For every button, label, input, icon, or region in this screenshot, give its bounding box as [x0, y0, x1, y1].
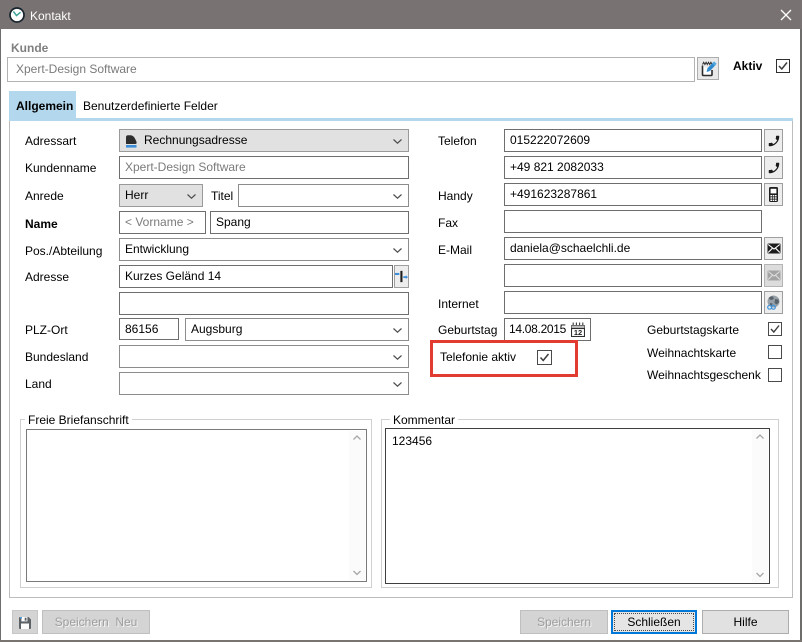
svg-text:12: 12: [574, 328, 582, 337]
